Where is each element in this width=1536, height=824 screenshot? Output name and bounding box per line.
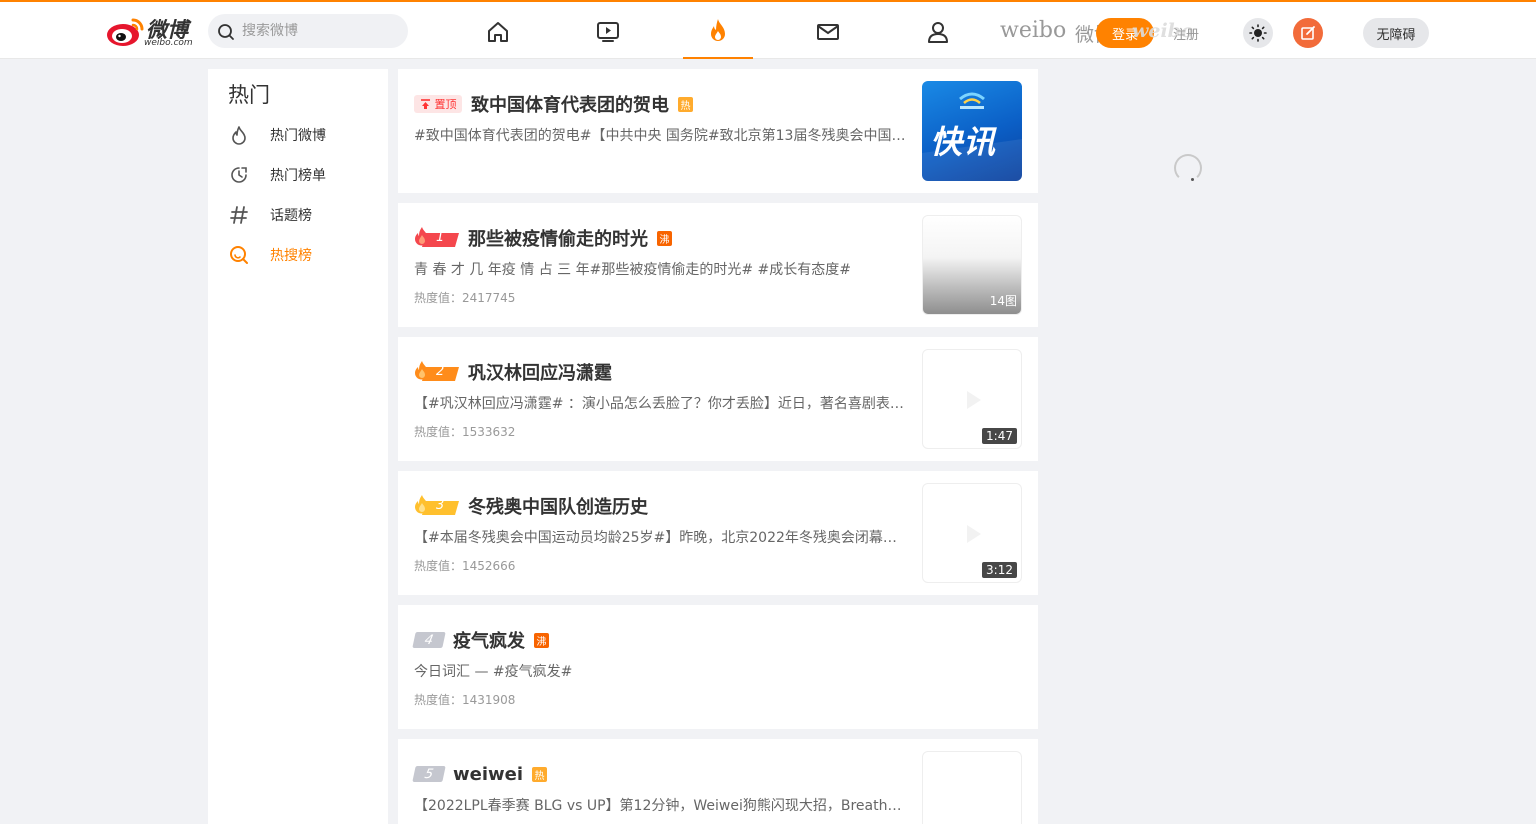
loading-spinner-dot: [1191, 178, 1194, 181]
card-description[interactable]: 【#本届冬残奥会中国运动员均龄25岁#】昨晚，北京2022年冬残奥会闭幕。中国体…: [414, 527, 910, 547]
search-box[interactable]: [208, 14, 408, 48]
card-description[interactable]: 【#巩汉林回应冯潇霆# ：演小品怎么丢脸了？你才丢脸】近日，著名喜剧表演艺术家巩…: [414, 393, 910, 413]
card-title[interactable]: 巩汉林回应冯潇霆: [468, 359, 612, 385]
user-icon: [928, 21, 948, 43]
card-description[interactable]: #致中国体育代表团的贺电#【中共中央 国务院#致北京第13届冬残奥会中国体育代表…: [414, 125, 910, 145]
clock-chart-icon: [228, 164, 250, 186]
sidebar-item-label: 热搜榜: [270, 248, 312, 264]
sidebar-item-hot-weibo[interactable]: 热门微博: [228, 119, 378, 151]
card-title[interactable]: 那些被疫情偷走的时光: [468, 225, 648, 251]
nav-home[interactable]: [463, 4, 533, 59]
boil-tag: 沸: [534, 632, 549, 648]
sun-icon: [1249, 24, 1267, 42]
play-icon: [967, 391, 981, 409]
compose-button[interactable]: [1293, 18, 1323, 48]
theme-toggle-button[interactable]: [1243, 18, 1273, 48]
rank-number: 5: [423, 766, 435, 782]
rank-number: 1: [436, 230, 445, 245]
sidebar-item-label: 话题榜: [270, 208, 312, 224]
card-title[interactable]: 致中国体育代表团的贺电: [471, 91, 669, 117]
image-count-badge: 14图: [989, 294, 1017, 308]
hot-tag: 热: [678, 96, 693, 112]
card-header: 5 weiwei 热: [412, 763, 548, 785]
nav-messages[interactable]: [793, 4, 863, 59]
sidebar-item-label: 热门榜单: [270, 168, 326, 184]
rank-number: 3: [436, 498, 445, 513]
pin-arrow-icon: [420, 98, 430, 109]
heat-value: 热度值：1533632: [414, 425, 516, 439]
loading-spinner: [1174, 154, 1202, 182]
home-icon: [488, 21, 508, 42]
compose-icon: [1301, 26, 1315, 40]
sidebar-item-hot-lists[interactable]: 热门榜单: [228, 159, 378, 191]
search-icon: [218, 24, 234, 40]
rank-badge: 3: [414, 495, 459, 517]
card-header: 2 巩汉林回应冯潇霆: [414, 359, 612, 385]
logo-domain: weibo.com: [144, 38, 193, 48]
weibo-eye-icon: [107, 18, 144, 46]
video-duration: 1:47: [982, 428, 1017, 444]
search-input[interactable]: [242, 14, 402, 48]
weibo-logo[interactable]: 微博 weibo.com: [106, 14, 198, 48]
card-thumbnail[interactable]: 14图: [922, 215, 1022, 315]
sidebar-title: 热门: [228, 83, 270, 107]
sidebar-item-hot-search[interactable]: 热搜榜: [228, 239, 378, 271]
mail-icon: [817, 23, 839, 40]
video-thumbnail[interactable]: 1:47: [922, 349, 1022, 449]
card-title[interactable]: 冬残奥中国队创造历史: [468, 493, 648, 519]
rank-badge: 1: [414, 227, 459, 249]
left-sidebar: 热门 热门微博 热门榜单 话题榜 热搜榜: [208, 69, 388, 824]
nav-profile[interactable]: [903, 4, 973, 59]
heat-value: 热度值：1431908: [414, 693, 516, 707]
top-navigation-bar: 微博 weibo.com 搜索微博 weibo 微博 登录 weibo 注册 无…: [0, 0, 1536, 59]
hot-search-card[interactable]: 2 巩汉林回应冯潇霆 【#巩汉林回应冯潇霆# ：演小品怎么丢脸了？你才丢脸】近日…: [398, 337, 1038, 461]
video-duration: 3:12: [982, 562, 1017, 578]
thumbnail-caption: 快讯: [930, 123, 997, 161]
boil-tag: 沸: [657, 230, 672, 246]
card-description[interactable]: 【2022LPL春季赛 BLG vs UP】第12分钟，Weiwei狗熊闪现大招…: [414, 795, 910, 815]
card-title[interactable]: 疫气疯发: [453, 627, 525, 653]
rank-number: 4: [423, 632, 435, 648]
heat-value: 热度值：1452666: [414, 559, 516, 573]
card-description[interactable]: 青 春 才 几 年疫 情 占 三 年#那些被疫情偷走的时光# #成长有态度#: [414, 259, 910, 279]
play-icon: [967, 525, 981, 543]
card-description[interactable]: 今日词汇 — #疫气疯发#: [414, 661, 910, 681]
video-thumbnail[interactable]: 3:12: [922, 483, 1022, 583]
hot-search-card[interactable]: 3 冬残奥中国队创造历史 【#本届冬残奥会中国运动员均龄25岁#】昨晚，北京20…: [398, 471, 1038, 595]
flame-outline-icon: [228, 124, 250, 146]
rank-badge: 5: [412, 766, 446, 782]
hot-search-card[interactable]: 5 weiwei 热 【2022LPL春季赛 BLG vs UP】第12分钟，W…: [398, 739, 1038, 824]
sidebar-item-topics[interactable]: 话题榜: [228, 199, 378, 231]
card-title[interactable]: weiwei: [453, 764, 523, 785]
nav-video[interactable]: [573, 4, 643, 59]
hot-search-card[interactable]: 4 疫气疯发 沸 今日词汇 — #疫气疯发# 热度值：1431908: [398, 605, 1038, 729]
pinned-badge: 置顶: [414, 95, 462, 113]
pinned-label: 置顶: [434, 98, 457, 111]
hot-tag: 热: [532, 766, 548, 782]
heat-value: 热度值：2417745: [414, 291, 516, 305]
sidebar-item-label: 热门微博: [270, 128, 326, 144]
hot-search-card-pinned[interactable]: 置顶 致中国体育代表团的贺电 热 #致中国体育代表团的贺电#【中共中央 国务院#…: [398, 69, 1038, 193]
video-icon: [597, 21, 619, 42]
search-hot-icon: [228, 244, 250, 266]
rank-number: 2: [436, 364, 445, 379]
hot-search-card[interactable]: 1 那些被疫情偷走的时光 沸 青 春 才 几 年疫 情 占 三 年#那些被疫情偷…: [398, 203, 1038, 327]
card-header: 1 那些被疫情偷走的时光 沸: [414, 225, 672, 251]
accessibility-button[interactable]: 无障碍: [1363, 18, 1429, 48]
rank-badge: 4: [412, 632, 446, 648]
card-header: 3 冬残奥中国队创造历史: [414, 493, 648, 519]
nav-hot[interactable]: [683, 4, 753, 59]
card-header: 4 疫气疯发 沸: [412, 627, 549, 653]
rank-badge: 2: [414, 361, 459, 383]
register-link[interactable]: 注册: [1173, 24, 1199, 43]
brand-wordmark: weibo: [1000, 18, 1067, 43]
hashtag-icon: [228, 204, 250, 226]
card-header: 置顶 致中国体育代表团的贺电 热: [414, 91, 693, 117]
hot-flame-icon: [711, 18, 725, 41]
card-thumbnail[interactable]: [922, 751, 1022, 824]
card-thumbnail[interactable]: 快讯: [922, 81, 1022, 181]
